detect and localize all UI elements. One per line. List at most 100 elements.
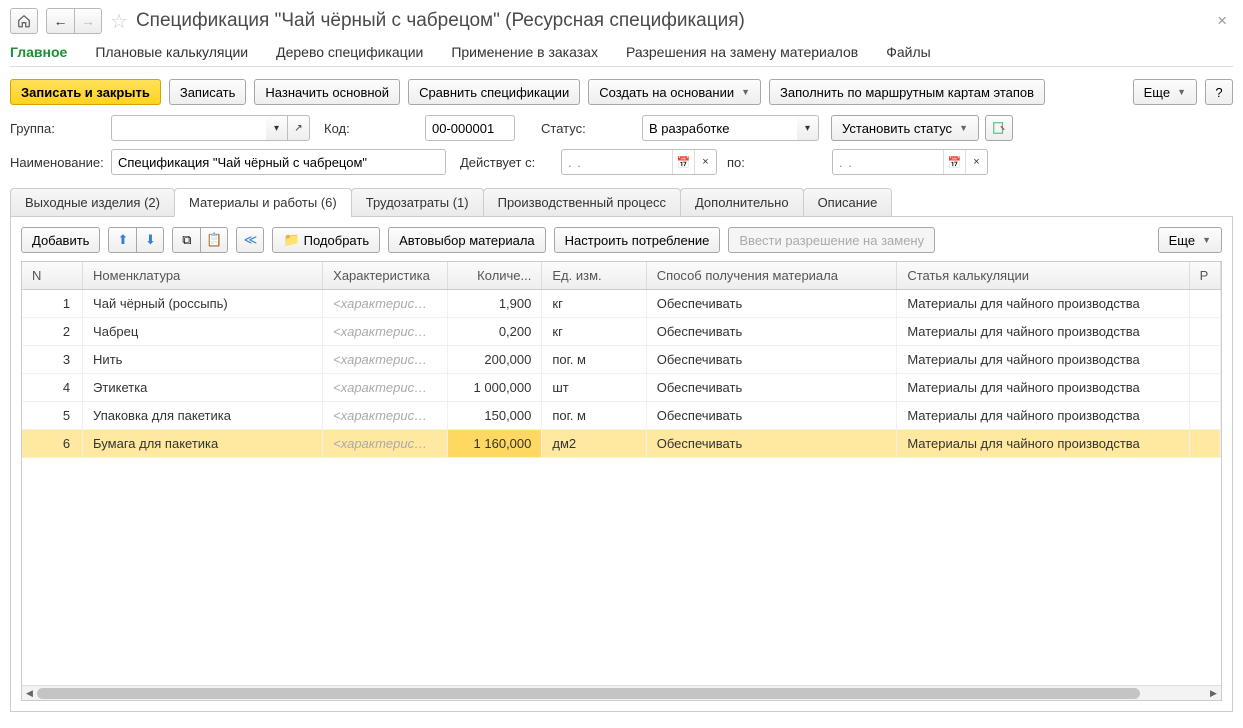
- table-more-button[interactable]: Еще▼: [1158, 227, 1222, 253]
- scroll-right-icon[interactable]: ▶: [1206, 686, 1221, 701]
- cell-article[interactable]: Материалы для чайного производства: [897, 290, 1189, 318]
- cell-nomen[interactable]: Этикетка: [83, 374, 323, 402]
- col-supply[interactable]: Способ получения материала: [646, 262, 897, 290]
- tab-materials[interactable]: Материалы и работы (6): [174, 188, 352, 217]
- col-p[interactable]: Р: [1189, 262, 1220, 290]
- tab-extra[interactable]: Дополнительно: [680, 188, 804, 217]
- calendar-icon[interactable]: 📅: [943, 150, 965, 174]
- cell-char[interactable]: <характеристи...: [323, 374, 448, 402]
- calendar-icon[interactable]: 📅: [672, 150, 694, 174]
- more-button[interactable]: Еще▼: [1133, 79, 1197, 105]
- col-article[interactable]: Статья калькуляции: [897, 262, 1189, 290]
- clear-date-to[interactable]: ×: [965, 150, 987, 174]
- table-row[interactable]: 1Чай чёрный (россыпь)<характеристи...1,9…: [22, 290, 1221, 318]
- cell-p[interactable]: [1189, 346, 1220, 374]
- table-row[interactable]: 4Этикетка<характеристи...1 000,000штОбес…: [22, 374, 1221, 402]
- cell-p[interactable]: [1189, 290, 1220, 318]
- materials-grid[interactable]: N Номенклатура Характеристика Количе... …: [21, 261, 1222, 701]
- cell-p[interactable]: [1189, 374, 1220, 402]
- scroll-left-icon[interactable]: ◀: [22, 686, 37, 701]
- table-row[interactable]: 2Чабрец<характеристи...0,200кгОбеспечива…: [22, 318, 1221, 346]
- nav-spec-tree[interactable]: Дерево спецификации: [276, 44, 423, 60]
- status-dropdown-button[interactable]: ▾: [797, 115, 819, 141]
- auto-material-button[interactable]: Автовыбор материала: [388, 227, 546, 253]
- cell-supply[interactable]: Обеспечивать: [646, 374, 897, 402]
- status-input[interactable]: [642, 115, 797, 141]
- close-button[interactable]: ×: [1211, 9, 1233, 33]
- cell-unit[interactable]: пог. м: [542, 346, 646, 374]
- horizontal-scrollbar[interactable]: ◀ ▶: [22, 685, 1221, 700]
- cell-unit[interactable]: дм2: [542, 430, 646, 458]
- cell-unit[interactable]: кг: [542, 318, 646, 346]
- cell-char[interactable]: <характеристи...: [323, 318, 448, 346]
- tab-output[interactable]: Выходные изделия (2): [10, 188, 175, 217]
- cell-qty[interactable]: 0,200: [448, 318, 542, 346]
- col-nomen[interactable]: Номенклатура: [83, 262, 323, 290]
- cell-supply[interactable]: Обеспечивать: [646, 346, 897, 374]
- fill-route-button[interactable]: Заполнить по маршрутным картам этапов: [769, 79, 1045, 105]
- favorite-star-icon[interactable]: ☆: [110, 9, 128, 34]
- cell-article[interactable]: Материалы для чайного производства: [897, 346, 1189, 374]
- add-button[interactable]: Добавить: [21, 227, 100, 253]
- cell-qty[interactable]: 1,900: [448, 290, 542, 318]
- cell-supply[interactable]: Обеспечивать: [646, 402, 897, 430]
- cell-char[interactable]: <характеристи...: [323, 402, 448, 430]
- back-button[interactable]: ←: [46, 8, 74, 34]
- cell-supply[interactable]: Обеспечивать: [646, 290, 897, 318]
- cell-p[interactable]: [1189, 402, 1220, 430]
- cell-qty[interactable]: 1 160,000: [448, 430, 542, 458]
- group-dropdown-button[interactable]: ▾: [266, 115, 288, 141]
- cell-p[interactable]: [1189, 318, 1220, 346]
- share-button[interactable]: ≪: [236, 227, 264, 253]
- cell-supply[interactable]: Обеспечивать: [646, 430, 897, 458]
- set-main-button[interactable]: Назначить основной: [254, 79, 400, 105]
- nav-plan-calc[interactable]: Плановые калькуляции: [95, 44, 248, 60]
- save-and-close-button[interactable]: Записать и закрыть: [10, 79, 161, 105]
- tab-desc[interactable]: Описание: [803, 188, 893, 217]
- copy-button[interactable]: ⧉: [172, 227, 200, 253]
- cell-article[interactable]: Материалы для чайного производства: [897, 374, 1189, 402]
- forward-button[interactable]: →: [74, 8, 102, 34]
- date-to-input[interactable]: . . 📅 ×: [832, 149, 988, 175]
- nav-main[interactable]: Главное: [10, 44, 67, 60]
- cell-nomen[interactable]: Нить: [83, 346, 323, 374]
- set-status-button[interactable]: Установить статус▼: [831, 115, 979, 141]
- col-qty[interactable]: Количе...: [448, 262, 542, 290]
- paste-button[interactable]: 📋: [200, 227, 228, 253]
- cell-char[interactable]: <характеристи...: [323, 290, 448, 318]
- configure-button[interactable]: Настроить потребление: [554, 227, 721, 253]
- cell-nomen[interactable]: Бумага для пакетика: [83, 430, 323, 458]
- compare-button[interactable]: Сравнить спецификации: [408, 79, 580, 105]
- cell-nomen[interactable]: Упаковка для пакетика: [83, 402, 323, 430]
- cell-article[interactable]: Материалы для чайного производства: [897, 430, 1189, 458]
- col-unit[interactable]: Ед. изм.: [542, 262, 646, 290]
- nav-files[interactable]: Файлы: [886, 44, 930, 60]
- table-row[interactable]: 5Упаковка для пакетика<характеристи...15…: [22, 402, 1221, 430]
- cell-qty[interactable]: 150,000: [448, 402, 542, 430]
- cell-qty[interactable]: 200,000: [448, 346, 542, 374]
- tab-labor[interactable]: Трудозатраты (1): [351, 188, 484, 217]
- table-row[interactable]: 3Нить<характеристи...200,000пог. мОбеспе…: [22, 346, 1221, 374]
- cell-nomen[interactable]: Чай чёрный (россыпь): [83, 290, 323, 318]
- group-input[interactable]: [111, 115, 266, 141]
- cell-qty[interactable]: 1 000,000: [448, 374, 542, 402]
- save-button[interactable]: Записать: [169, 79, 247, 105]
- cell-supply[interactable]: Обеспечивать: [646, 318, 897, 346]
- cell-char[interactable]: <характеристи...: [323, 346, 448, 374]
- col-n[interactable]: N: [22, 262, 83, 290]
- name-input[interactable]: [111, 149, 446, 175]
- cell-char[interactable]: <характеристи...: [323, 430, 448, 458]
- cell-nomen[interactable]: Чабрец: [83, 318, 323, 346]
- status-action-button[interactable]: [985, 115, 1013, 141]
- nav-orders-usage[interactable]: Применение в заказах: [451, 44, 598, 60]
- table-row[interactable]: 6Бумага для пакетика<характеристи...1 16…: [22, 430, 1221, 458]
- date-from-input[interactable]: . . 📅 ×: [561, 149, 717, 175]
- clear-date-from[interactable]: ×: [694, 150, 716, 174]
- tab-process[interactable]: Производственный процесс: [483, 188, 681, 217]
- create-based-button[interactable]: Создать на основании▼: [588, 79, 761, 105]
- select-button[interactable]: 📁 Подобрать: [272, 227, 380, 253]
- move-up-button[interactable]: ⬆: [108, 227, 136, 253]
- cell-article[interactable]: Материалы для чайного производства: [897, 318, 1189, 346]
- code-input[interactable]: [425, 115, 515, 141]
- help-button[interactable]: ?: [1205, 79, 1233, 105]
